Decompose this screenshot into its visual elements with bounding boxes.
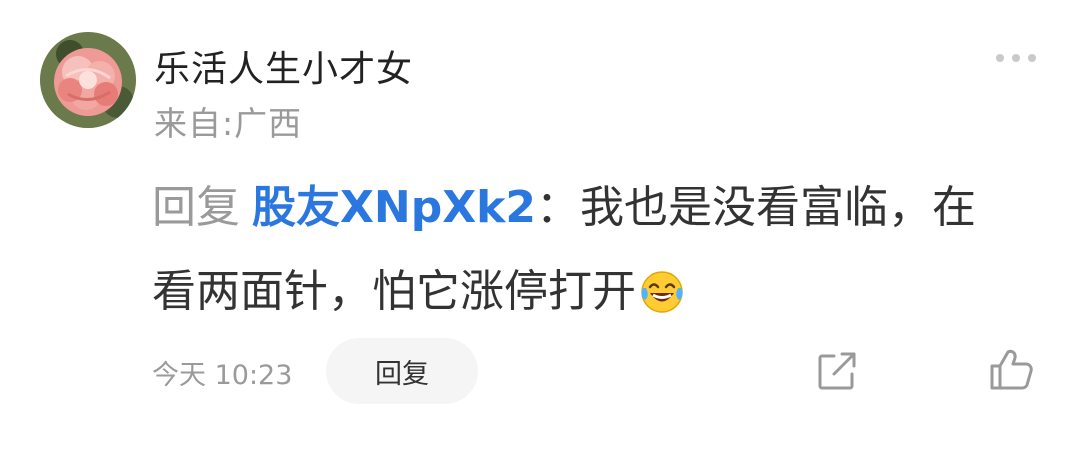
avatar[interactable]	[40, 32, 136, 128]
more-dots-icon[interactable]	[996, 50, 1036, 66]
avatar-flower-image	[40, 32, 136, 128]
more-dot	[1028, 54, 1036, 62]
username[interactable]: 乐活人生小才女	[154, 40, 413, 92]
more-dot	[1012, 54, 1020, 62]
laughing-tears-emoji-icon	[640, 270, 684, 314]
thumbs-up-icon[interactable]	[988, 348, 1034, 392]
share-icon[interactable]	[816, 350, 858, 392]
mention-link[interactable]: 股友XNpXk2	[252, 182, 536, 233]
reply-prefix: 回复	[152, 182, 240, 233]
reply-button[interactable]: 回复	[326, 338, 478, 404]
timestamp: 今天 10:23	[152, 360, 293, 391]
more-dot	[996, 54, 1004, 62]
location-label: 来自:广西	[154, 104, 303, 143]
comment-text: 回复 股友XNpXk2：我也是没看富临，在看两面针，怕它涨停打开	[152, 166, 982, 334]
